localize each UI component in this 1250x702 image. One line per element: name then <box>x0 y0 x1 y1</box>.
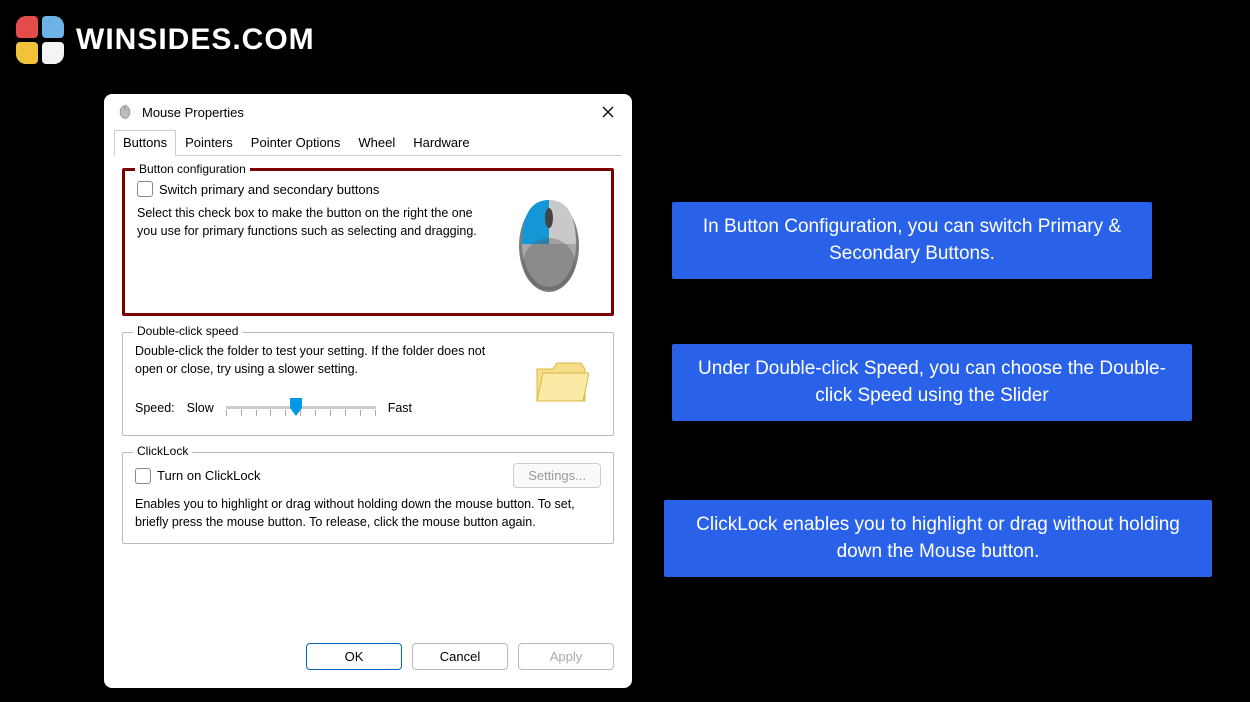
slider-thumb-icon[interactable] <box>288 398 304 416</box>
clicklock-group: ClickLock Turn on ClickLock Settings... … <box>122 452 614 544</box>
tab-strip: Buttons Pointers Pointer Options Wheel H… <box>114 130 622 156</box>
speed-slider[interactable] <box>226 396 376 420</box>
slow-label: Slow <box>187 401 214 415</box>
tab-hardware[interactable]: Hardware <box>404 130 478 155</box>
clicklock-legend: ClickLock <box>133 444 192 458</box>
brand-name: WINSIDES.COM <box>76 23 315 57</box>
tab-pointer-options[interactable]: Pointer Options <box>242 130 350 155</box>
annotation-double-click: Under Double-click Speed, you can choose… <box>672 344 1192 421</box>
fast-label: Fast <box>388 401 412 415</box>
double-click-group: Double-click speed Double-click the fold… <box>122 332 614 436</box>
switch-buttons-label: Switch primary and secondary buttons <box>159 182 379 197</box>
speed-label: Speed: <box>135 401 175 415</box>
switch-buttons-checkbox[interactable] <box>137 181 153 197</box>
tab-pointers[interactable]: Pointers <box>176 130 242 155</box>
cancel-button[interactable]: Cancel <box>412 643 508 670</box>
clicklock-description: Enables you to highlight or drag without… <box>135 496 601 531</box>
folder-test-icon[interactable] <box>521 343 601 423</box>
titlebar: Mouse Properties <box>104 94 632 130</box>
mouse-properties-dialog: Mouse Properties Buttons Pointers Pointe… <box>104 94 632 688</box>
dialog-button-row: OK Cancel Apply <box>104 643 632 688</box>
ok-button[interactable]: OK <box>306 643 402 670</box>
annotation-button-config: In Button Configuration, you can switch … <box>672 202 1152 279</box>
dialog-title: Mouse Properties <box>142 105 244 120</box>
clicklock-label: Turn on ClickLock <box>157 468 261 483</box>
tab-buttons[interactable]: Buttons <box>114 130 176 156</box>
apply-button[interactable]: Apply <box>518 643 614 670</box>
tab-content: Button configuration Switch primary and … <box>104 156 632 643</box>
mouse-illustration <box>499 181 599 301</box>
tab-wheel[interactable]: Wheel <box>349 130 404 155</box>
button-config-legend: Button configuration <box>135 162 250 176</box>
clicklock-settings-button[interactable]: Settings... <box>513 463 601 488</box>
mouse-icon <box>116 105 134 119</box>
annotation-clicklock: ClickLock enables you to highlight or dr… <box>664 500 1212 577</box>
brand-logo: WINSIDES.COM <box>16 16 315 64</box>
double-click-description: Double-click the folder to test your set… <box>135 343 511 378</box>
clicklock-checkbox[interactable] <box>135 468 151 484</box>
button-config-group: Button configuration Switch primary and … <box>122 168 614 316</box>
logo-icon <box>16 16 64 64</box>
close-button[interactable] <box>592 98 624 126</box>
button-config-description: Select this check box to make the button… <box>137 205 489 240</box>
double-click-legend: Double-click speed <box>133 324 242 338</box>
